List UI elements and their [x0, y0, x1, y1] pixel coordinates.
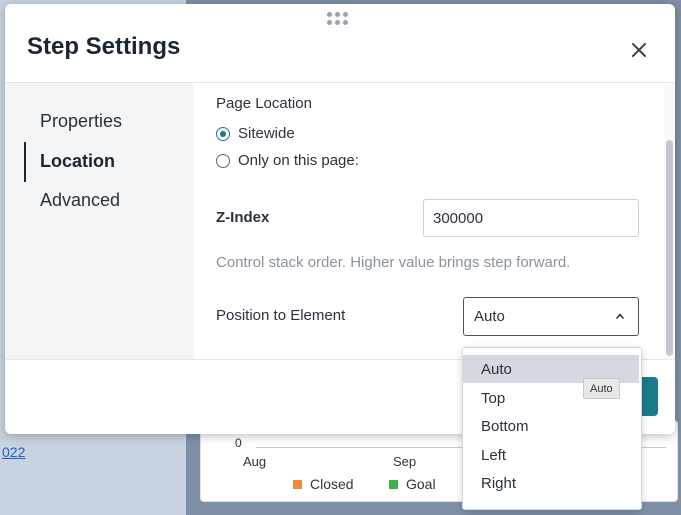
legend-label: Goal	[406, 476, 436, 492]
radio-only-this-page[interactable]: Only on this page:	[216, 152, 359, 169]
position-label: Position to Element	[216, 307, 346, 324]
settings-nav: Properties Location Advanced	[5, 83, 194, 359]
scrollbar-thumb[interactable]	[666, 140, 673, 356]
nav-item-location[interactable]: Location	[40, 151, 115, 172]
radio-sitewide[interactable]: Sitewide	[216, 125, 295, 142]
dropdown-option-bottom[interactable]: Bottom	[463, 412, 639, 440]
legend-item-closed: Closed	[293, 476, 354, 492]
nav-active-indicator	[24, 142, 26, 182]
z-index-help-text: Control stack order. Higher value brings…	[216, 254, 571, 271]
page-location-label: Page Location	[216, 95, 312, 112]
legend-item-goal: Goal	[389, 476, 436, 492]
position-dropdown-menu: Auto Top Bottom Left Right	[462, 347, 642, 510]
position-select-value: Auto	[474, 308, 505, 325]
chart-zero-label: 0	[235, 436, 242, 450]
position-select[interactable]: Auto	[463, 297, 639, 336]
chart-tick-label: Aug	[243, 454, 267, 469]
close-button[interactable]	[625, 36, 653, 64]
legend-swatch-orange	[293, 479, 302, 489]
location-settings-panel: Page Location Sitewide Only on this page…	[194, 83, 675, 359]
nav-item-advanced[interactable]: Advanced	[40, 190, 120, 211]
modal-title: Step Settings	[27, 33, 181, 60]
legend-swatch-green	[389, 479, 398, 489]
radio-label: Sitewide	[238, 125, 295, 142]
radio-checked-icon[interactable]	[216, 126, 230, 141]
nav-item-properties[interactable]: Properties	[40, 111, 122, 132]
chevron-up-icon	[616, 313, 624, 319]
legend-label: Closed	[310, 476, 354, 492]
dropdown-option-right[interactable]: Right	[463, 469, 639, 497]
drag-handle-icon[interactable]	[327, 12, 353, 30]
z-index-input[interactable]	[423, 199, 639, 237]
chart-tick-label: Sep	[393, 454, 417, 469]
close-icon	[632, 43, 646, 57]
option-tooltip: Auto	[583, 378, 620, 399]
z-index-label: Z-Index	[216, 209, 270, 226]
radio-unchecked-icon[interactable]	[216, 153, 230, 168]
background-link[interactable]: 022	[2, 444, 25, 460]
dropdown-option-left[interactable]: Left	[463, 441, 639, 469]
radio-label: Only on this page:	[238, 152, 359, 169]
